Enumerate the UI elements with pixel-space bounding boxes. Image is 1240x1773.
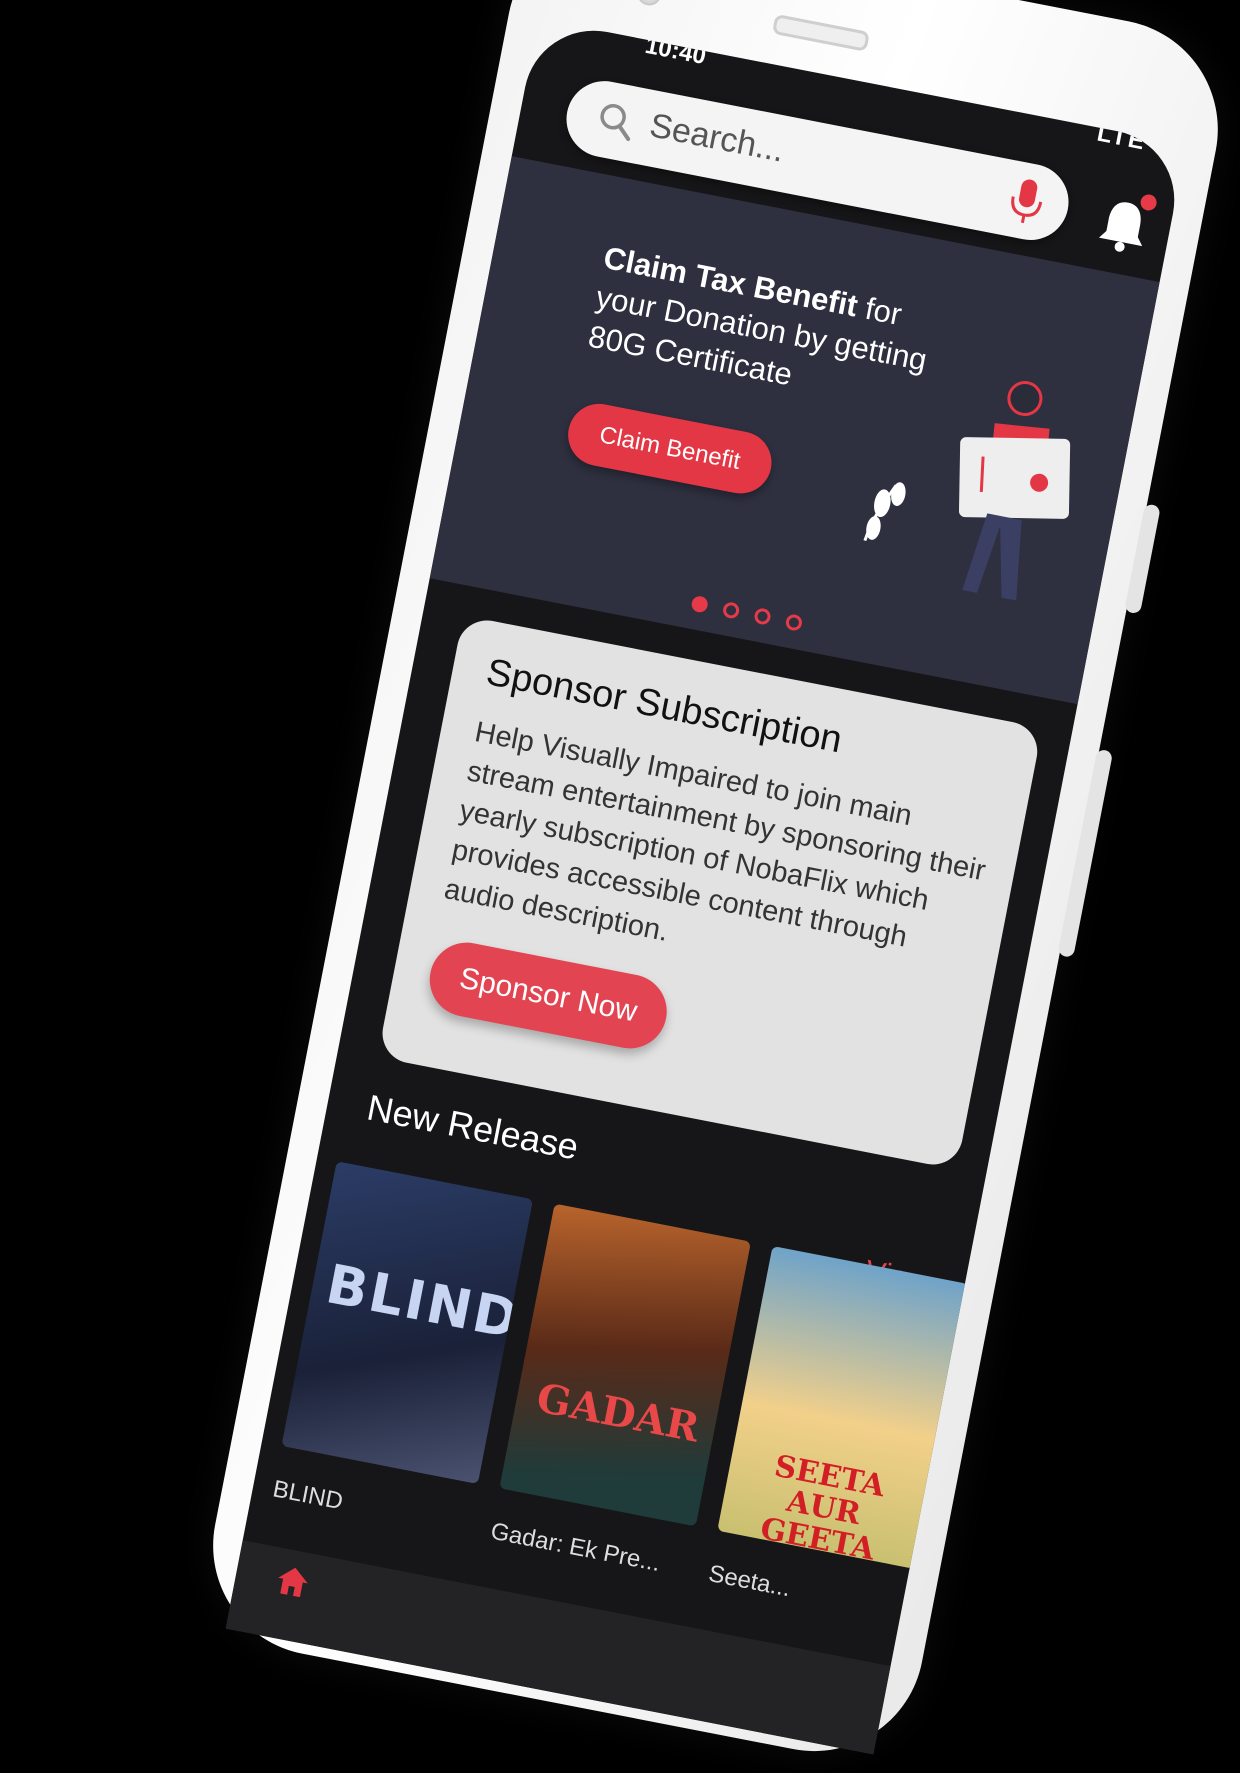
search-input[interactable]: Search... (646, 106, 788, 170)
carousel-dot[interactable] (784, 613, 804, 632)
poster-card[interactable] (935, 1288, 1187, 1612)
sponsor-now-button[interactable]: Sponsor Now (423, 936, 674, 1055)
status-icons: LTE (1094, 119, 1149, 156)
carousel-dot[interactable] (690, 594, 710, 614)
status-time: 10:40 (642, 31, 709, 71)
carousel-indicator[interactable] (689, 594, 819, 640)
power-button (1057, 748, 1114, 958)
movie-title[interactable]: BLIND (270, 1475, 346, 1516)
front-camera (635, 0, 664, 8)
claim-benefit-button[interactable]: Claim Benefit (562, 398, 777, 499)
poster-art-text: GADAR (532, 1374, 704, 1452)
poster-card[interactable]: BLIND (281, 1161, 534, 1485)
poster-art-text: SEETA AUR GEETA (757, 1448, 888, 1568)
promo-banner[interactable]: Claim Tax Benefit for your Donation by g… (429, 156, 1160, 705)
carousel-dot[interactable] (753, 607, 772, 626)
home-icon[interactable] (273, 1562, 313, 1602)
certificate-illustration (863, 381, 1071, 601)
app-screen: 10:40 LTE Search... Claim Tax Benefit fo… (225, 18, 1187, 1755)
search-icon (600, 104, 631, 142)
poster-card[interactable]: GADAR (499, 1203, 752, 1527)
poster-art-text: BLIND (321, 1252, 526, 1352)
movie-title[interactable]: Seeta... (706, 1560, 792, 1603)
earpiece-speaker (771, 13, 870, 52)
new-release-heading: New Release (363, 1086, 582, 1168)
movie-title[interactable]: Gadar: Ek Pre... (488, 1518, 662, 1578)
volume-button (1124, 503, 1161, 615)
phone-frame: 10:40 LTE Search... Claim Tax Benefit fo… (194, 0, 1237, 1771)
carousel-dot[interactable] (721, 600, 741, 620)
mic-icon[interactable] (1004, 174, 1048, 228)
sponsor-card: Sponsor Subscription Help Visually Impai… (377, 615, 1043, 1170)
poster-card[interactable]: SEETA AUR GEETA (717, 1245, 969, 1569)
